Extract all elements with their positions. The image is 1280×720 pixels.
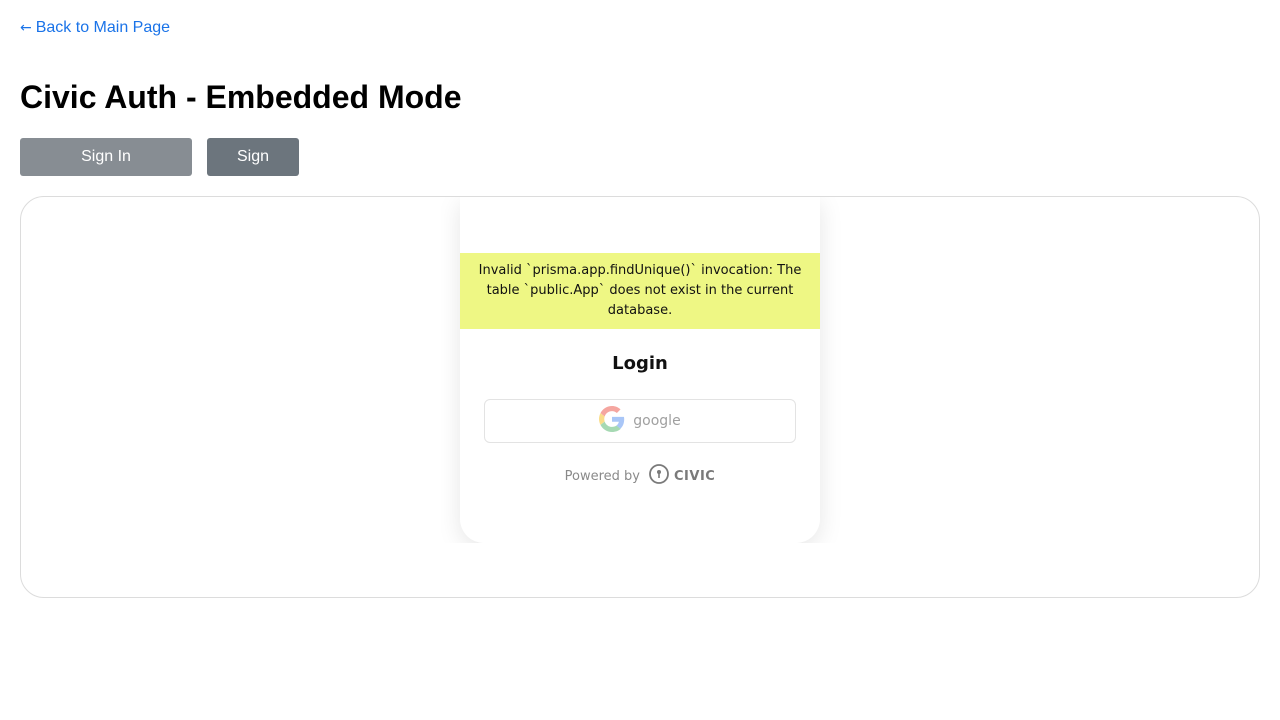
error-banner: Invalid `prisma.app.findUnique()` invoca… — [460, 253, 820, 329]
civic-brand: CIVIC — [648, 463, 715, 489]
sign-out-button[interactable]: Sign Out — [207, 138, 299, 203]
back-link-label: Back to Main Page — [35, 19, 171, 36]
embedded-auth-frame: Invalid `prisma.app.findUnique()` invoca… — [20, 196, 1260, 598]
civic-logo-icon — [648, 463, 670, 489]
sign-in-embedded-button[interactable]: Sign In (Embedded) — [20, 138, 192, 203]
login-title: Login — [612, 353, 668, 374]
widget-container: Invalid `prisma.app.findUnique()` invoca… — [441, 197, 881, 543]
google-logo-icon — [599, 405, 625, 437]
back-to-main-link[interactable]: ← Back to Main Page — [20, 18, 170, 38]
page: ← Back to Main Page Civic Auth - Embedded… — [0, 0, 1280, 720]
google-login-label: google — [633, 413, 681, 429]
back-arrow-icon: ← — [20, 20, 32, 36]
powered-by-label: Powered by — [564, 468, 641, 484]
civic-login-widget: Invalid `prisma.app.findUnique()` invoca… — [460, 197, 820, 543]
google-login-button[interactable]: google — [484, 399, 796, 443]
civic-wordmark: CIVIC — [674, 468, 716, 484]
page-title: Civic Auth - Embedded Mode — [20, 79, 462, 115]
powered-by-footer: Powered by CIVIC — [460, 463, 820, 489]
